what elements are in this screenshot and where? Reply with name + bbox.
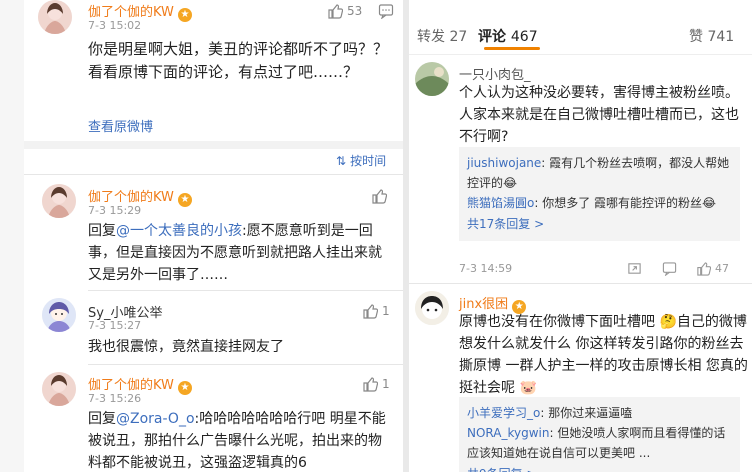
comment-time: 7-3 15:26 <box>88 392 142 405</box>
reply-username[interactable]: NORA_kygwin <box>467 426 549 440</box>
view-original-link[interactable]: 查看原微博 <box>88 116 153 135</box>
vip-badge-icon: ★ <box>177 8 192 22</box>
avatar-image <box>42 372 76 406</box>
like-button[interactable] <box>371 187 387 205</box>
repost-button[interactable] <box>627 261 642 276</box>
like-count: 1 <box>382 377 390 391</box>
tab-likes[interactable]: 赞 741 <box>689 26 734 46</box>
avatar-image <box>42 298 76 332</box>
divider <box>88 364 403 365</box>
section-divider <box>24 141 403 149</box>
like-count: 47 <box>715 262 729 275</box>
like-button[interactable]: 1 <box>362 375 390 393</box>
avatar[interactable] <box>38 0 72 34</box>
divider <box>409 283 752 284</box>
reply-username[interactable]: 小羊爱学习_o <box>467 406 540 420</box>
comment-text: 回复@Zora-O_o:哈哈哈哈哈哈哈行吧 明星不能被说丑，那拍什么广告曝什么光… <box>88 411 386 471</box>
comment-username[interactable]: 一只小肉包_ <box>459 64 531 83</box>
reply-item: 小羊爱学习_o: 那你过来逼逼嗑 <box>467 406 633 420</box>
reply-username[interactable]: jiushiwojane <box>467 156 541 170</box>
divider <box>409 54 752 55</box>
vip-badge-icon: ★ <box>177 381 192 395</box>
like-count: 1 <box>382 304 390 318</box>
repost-icon <box>628 263 641 274</box>
mention-link[interactable]: @Zora-O_o <box>116 411 195 427</box>
avatar[interactable] <box>415 62 449 96</box>
avatar-image <box>415 291 449 325</box>
thumbs-up-icon <box>372 189 387 204</box>
avatar[interactable] <box>42 184 76 218</box>
mention-link[interactable]: @一个太善良的小孩 <box>116 223 242 239</box>
comment-text: 你是明星啊大姐，美丑的评论都听不了吗？？看看原博下面的评论，有点过了吧……？ <box>88 40 389 81</box>
comment-time: 7-3 15:29 <box>88 204 142 217</box>
vip-badge-icon: ★ <box>177 193 192 207</box>
comment-button[interactable] <box>378 2 394 20</box>
reply-box: jiushiwojane: 霞有几个粉丝去喷啊，都没人帮她控评的😂 熊猫馅湯圓o… <box>459 147 740 241</box>
comment-icon <box>662 262 677 276</box>
tab-comments[interactable]: 评论 467 <box>478 26 538 46</box>
thumbs-up-icon <box>328 4 343 19</box>
comment-icon <box>378 4 394 19</box>
reply-item: NORA_kygwin: 但她没喷人家啊而且看得懂的话应该知道她在说自信可以更美… <box>467 426 726 460</box>
reply-username[interactable]: 熊猫馅湯圓o <box>467 196 534 210</box>
left-panel: 伽了个伽的KW ★ 7-3 15:02 53 你是明星啊大姐，美丑的评论都听不了吗… <box>0 0 403 472</box>
right-panel: 转发 27 评论 467 赞 741 一只小肉包_ 个人认为这种没必要转，害得博… <box>409 0 752 472</box>
more-replies-link[interactable]: 共9条回复 > <box>467 463 732 472</box>
like-button[interactable]: 1 <box>362 302 390 320</box>
active-tab-underline <box>484 47 540 50</box>
like-button[interactable]: 47 <box>696 261 729 276</box>
more-replies-link[interactable]: 共17条回复 > <box>467 213 732 235</box>
comment-time: 7-3 14:59 <box>459 262 513 275</box>
sort-label: 按时间 <box>350 154 387 168</box>
like-button[interactable]: 53 <box>327 2 362 20</box>
avatar[interactable] <box>415 291 449 325</box>
reply-item: 熊猫馅湯圓o: 你想多了 霞哪有能控评的粉丝😂 <box>467 196 717 210</box>
avatar-image <box>38 0 72 34</box>
sort-icon: ⇅ <box>336 153 347 168</box>
reply-button[interactable] <box>662 261 677 276</box>
thumbs-up-icon <box>363 377 378 392</box>
avatar-image <box>42 184 76 218</box>
top-edge <box>409 0 752 8</box>
comment-text: 回复@一个太善良的小孩:愿不愿意听到是一回事，但是直接因为不愿意听到就把路人挂出… <box>88 223 382 283</box>
divider <box>24 174 403 175</box>
comment-text: 个人认为这种没必要转，害得博主被粉丝喷。人家本来就是在自己微博吐槽吐槽而已，这也… <box>459 85 739 145</box>
tab-reposts[interactable]: 转发 27 <box>417 26 467 46</box>
thumbs-up-icon <box>363 304 378 319</box>
like-count: 53 <box>347 4 363 18</box>
avatar-image <box>415 62 449 96</box>
reply-box: 小羊爱学习_o: 那你过来逼逼嗑 NORA_kygwin: 但她没喷人家啊而且看… <box>459 397 740 472</box>
comment-time: 7-3 15:27 <box>88 319 142 332</box>
thumbs-up-icon <box>697 262 711 276</box>
avatar[interactable] <box>42 372 76 406</box>
comment-text: 我也很震惊，竟然直接挂网友了 <box>88 339 284 355</box>
screenshot-root: 伽了个伽的KW ★ 7-3 15:02 53 你是明星啊大姐，美丑的评论都听不了吗… <box>0 0 752 472</box>
sort-by-time-button[interactable]: ⇅ 按时间 <box>336 152 386 169</box>
avatar[interactable] <box>42 298 76 332</box>
divider <box>88 290 403 291</box>
comment-time: 7-3 15:02 <box>88 19 142 32</box>
comment-text: 原博也没有在你微博下面吐槽吧 🤔自己的微博想发什么就发什么 你这样转发引路你的粉… <box>459 314 748 396</box>
reply-item: jiushiwojane: 霞有几个粉丝去喷啊，都没人帮她控评的😂 <box>467 156 730 190</box>
